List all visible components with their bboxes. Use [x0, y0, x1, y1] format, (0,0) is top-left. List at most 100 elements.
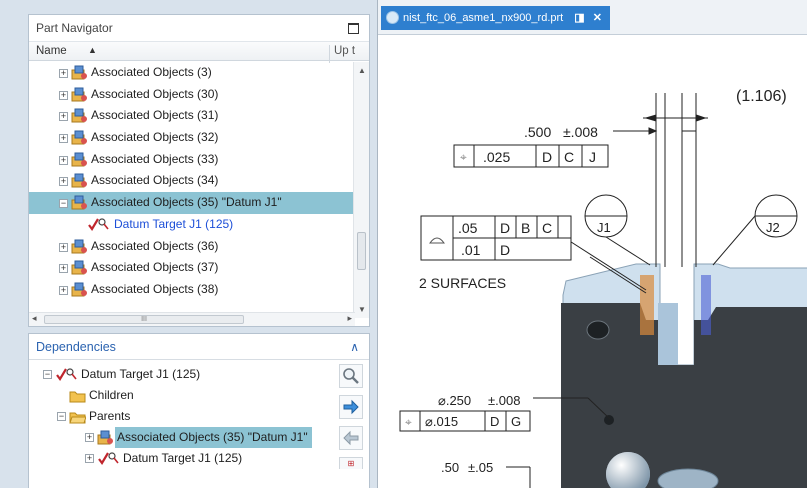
tree-row-label: Associated Objects (33): [91, 151, 219, 166]
scroll-up-icon[interactable]: ▲: [358, 66, 366, 75]
associated-objects-icon: [71, 282, 87, 297]
collapse-icon[interactable]: −: [59, 199, 68, 209]
tree-row-label: Associated Objects (34): [91, 173, 219, 188]
tree-row[interactable]: Datum Target J1 (125): [29, 214, 355, 236]
expand-icon[interactable]: +: [59, 285, 68, 295]
arrow-right-icon: [343, 399, 359, 415]
navigate-back-button[interactable]: [339, 426, 363, 450]
expand-icon[interactable]: +: [59, 242, 68, 252]
dependency-row-label: Associated Objects (35) "Datum J1": [115, 427, 312, 448]
left-column: Part Navigator Name ▲ Up t + Associated …: [0, 0, 377, 488]
expand-icon[interactable]: +: [59, 264, 68, 274]
close-icon[interactable]: ✕: [593, 6, 602, 30]
dependency-row[interactable]: − Parents: [29, 406, 329, 427]
file-tab[interactable]: nist_ftc_06_asme1_nx900_rd.prt ◨ ✕: [381, 6, 610, 30]
tree-row-selected[interactable]: − Associated Objects (35) "Datum J1": [29, 192, 355, 214]
tree-row[interactable]: + Associated Objects (38): [29, 279, 355, 301]
tree-row[interactable]: + Associated Objects (31): [29, 105, 355, 127]
sort-ascending-icon: ▲: [88, 45, 97, 55]
dependencies-tree: − Datum Target J1 (125) Children − Paren…: [29, 364, 329, 469]
folder-icon: [69, 391, 86, 403]
scroll-down-icon[interactable]: ▼: [358, 305, 366, 314]
associated-objects-icon: [71, 195, 87, 210]
datum-target-j2-label[interactable]: J2: [766, 220, 780, 235]
editor-tab-bar: nist_ftc_06_asme1_nx900_rd.prt ◨ ✕: [378, 0, 807, 35]
fcf3-datum-d: D: [490, 414, 499, 429]
tree-row[interactable]: + Associated Objects (32): [29, 127, 355, 149]
collapse-icon[interactable]: −: [57, 412, 66, 421]
name-column-header[interactable]: Name: [36, 45, 67, 57]
associated-objects-icon: [71, 152, 87, 167]
datum-target-icon: [56, 368, 77, 381]
column-header[interactable]: Name ▲ Up t: [29, 41, 369, 63]
expand-icon[interactable]: +: [59, 177, 68, 187]
dependencies-title: Dependencies: [36, 340, 116, 354]
restore-window-icon[interactable]: [348, 23, 359, 34]
dependency-row[interactable]: − Datum Target J1 (125): [29, 364, 329, 385]
expand-icon[interactable]: +: [85, 454, 94, 463]
dependencies-panel: Dependencies ∧ − Datum Target J1 (125) C…: [28, 333, 370, 488]
fcf1-tolerance: .025: [483, 149, 510, 165]
dependency-row[interactable]: Children: [29, 385, 329, 406]
dependency-row[interactable]: + Datum Target J1 (125): [29, 448, 329, 469]
feature-control-frame-3[interactable]: ⌖ ⌀.015 D G: [399, 410, 531, 432]
scroll-thumb[interactable]: [357, 232, 366, 270]
scroll-thumb-horizontal[interactable]: III: [44, 315, 244, 324]
associated-objects-icon: [71, 173, 87, 188]
dependencies-title-bar[interactable]: Dependencies ∧: [29, 334, 369, 360]
horizontal-scrollbar[interactable]: ◂ III ▸: [29, 312, 355, 326]
tree-row[interactable]: + Associated Objects (37): [29, 257, 355, 279]
datum-target-icon: [88, 218, 109, 231]
tree-row[interactable]: + Associated Objects (34): [29, 170, 355, 192]
graphics-canvas[interactable]: (1.106) .500 ±.008 ⌖ .025 D C J .05 D B …: [378, 35, 807, 488]
tree-row-label: Associated Objects (32): [91, 130, 219, 145]
datum-target-j1-label[interactable]: J1: [597, 220, 611, 235]
nx-part-icon: [386, 11, 399, 24]
up-to-date-column-header[interactable]: Up t: [329, 45, 355, 63]
tree-row-label: Associated Objects (35) "Datum J1": [91, 195, 282, 210]
dependency-row-label: Parents: [89, 409, 131, 423]
associated-objects-icon: [71, 108, 87, 123]
fcf1-datum-c: C: [564, 149, 574, 165]
expand-icon[interactable]: +: [85, 433, 94, 442]
feature-control-frame-2[interactable]: .05 D B C .01 D: [420, 215, 572, 261]
expand-icon[interactable]: +: [59, 90, 68, 100]
associated-objects-icon: [71, 87, 87, 102]
dimension-50[interactable]: .50: [441, 460, 459, 475]
expand-icon[interactable]: +: [59, 155, 68, 165]
tree-row-label: Associated Objects (37): [91, 260, 219, 275]
part-navigator-title-bar: Part Navigator: [29, 15, 369, 41]
fcf2-datum-d: D: [500, 220, 510, 236]
tolerance-250: ±.008: [488, 393, 520, 408]
dimension-1106[interactable]: (1.106): [736, 88, 787, 105]
tree-row[interactable]: + Associated Objects (30): [29, 84, 355, 106]
scroll-left-icon[interactable]: ◂: [32, 313, 37, 324]
tree-row[interactable]: + Associated Objects (3): [29, 62, 355, 84]
dependency-row-label: Children: [89, 388, 134, 402]
expand-icon[interactable]: +: [59, 112, 68, 122]
fcf3-datum-g: G: [511, 414, 521, 429]
tree-row[interactable]: + Associated Objects (36): [29, 236, 355, 258]
surfaces-note: 2 SURFACES: [419, 275, 506, 291]
more-tools-button[interactable]: ⊞: [339, 457, 363, 469]
scroll-right-icon[interactable]: ▸: [347, 313, 352, 324]
chevron-up-icon[interactable]: ∧: [350, 334, 359, 360]
pmi-drawing[interactable]: (1.106) .500 ±.008 ⌖ .025 D C J .05 D B …: [378, 35, 807, 488]
associated-objects-icon: [97, 430, 113, 445]
vertical-scrollbar[interactable]: ▲ ▼: [353, 62, 369, 318]
fcf1-datum-d: D: [542, 149, 552, 165]
expand-icon[interactable]: +: [59, 69, 68, 78]
dimension-500[interactable]: .500: [524, 124, 551, 140]
expand-icon[interactable]: +: [59, 134, 68, 144]
fcf2-datum-b: B: [521, 220, 530, 236]
collapse-icon[interactable]: −: [43, 370, 52, 379]
navigate-forward-button[interactable]: [339, 395, 363, 419]
tree-row-label: Associated Objects (30): [91, 86, 219, 101]
tree-row[interactable]: + Associated Objects (33): [29, 149, 355, 171]
magnify-button[interactable]: [339, 364, 363, 388]
dependency-row-selected[interactable]: + Associated Objects (35) "Datum J1": [29, 427, 329, 448]
feature-control-frame-1[interactable]: ⌖ .025 D C J: [453, 144, 609, 168]
file-tab-title: nist_ftc_06_asme1_nx900_rd.prt: [403, 12, 564, 24]
dimension-250[interactable]: ⌀.250: [438, 393, 471, 408]
part-navigator-tree: + Associated Objects (3) + Associated Ob…: [29, 62, 355, 305]
